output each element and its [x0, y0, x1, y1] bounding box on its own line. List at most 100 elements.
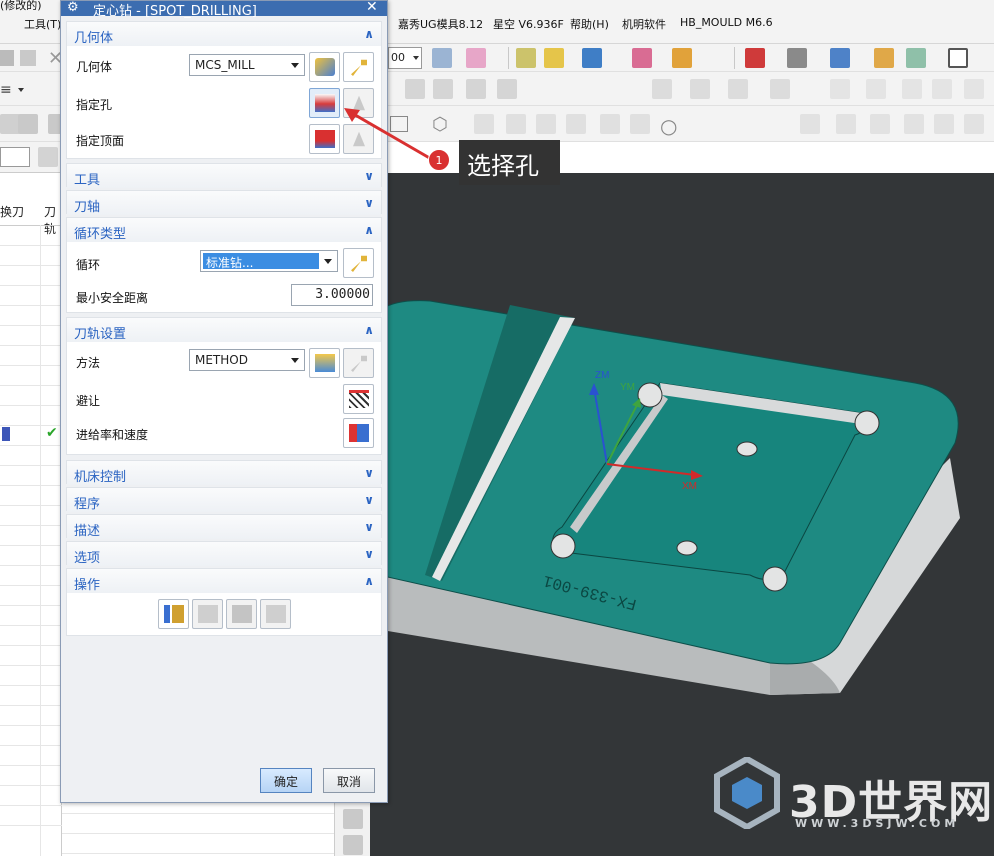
tool-icon-2[interactable]: [836, 114, 856, 134]
gear-gray-icon[interactable]: [964, 79, 984, 99]
y-icon[interactable]: [932, 79, 952, 99]
generate-button[interactable]: [158, 599, 189, 629]
edit-cycle-button[interactable]: [343, 248, 374, 278]
box-icon[interactable]: [18, 114, 38, 134]
geometry-label: 几何体: [76, 60, 113, 74]
move-icon[interactable]: [866, 79, 886, 99]
edit-section-icon[interactable]: [906, 48, 926, 68]
gear-icon: ⚙: [67, 0, 79, 15]
filter-select[interactable]: [0, 147, 30, 167]
menu-jiaxiu[interactable]: 嘉秀UG模具8.12: [398, 16, 483, 32]
menu-tools[interactable]: 工具(T): [24, 16, 61, 32]
roles-icon[interactable]: [343, 835, 363, 855]
axis-panel[interactable]: 刀轴 ∨: [66, 190, 382, 215]
specify-holes-button[interactable]: [309, 88, 340, 118]
clipboard-icon[interactable]: [20, 50, 36, 66]
options-panel[interactable]: 选项 ∨: [66, 541, 382, 566]
wrench-icon: [351, 255, 367, 272]
geometry-header[interactable]: 几何体 ∧: [67, 22, 381, 46]
graphics-viewport[interactable]: ZM YM XM FX-339-001: [369, 173, 994, 856]
avoid-button[interactable]: [343, 384, 374, 414]
replay-icon: [198, 605, 218, 623]
cycle-header[interactable]: 循环类型 ∧: [67, 218, 381, 242]
options-header: 选项: [74, 551, 101, 566]
tool-icon-6[interactable]: [964, 114, 984, 134]
feature-icon[interactable]: [566, 114, 586, 134]
replay-button: [192, 599, 223, 629]
sketch-icon[interactable]: [0, 114, 20, 134]
square-icon[interactable]: [536, 114, 556, 134]
center-icon[interactable]: [506, 114, 526, 134]
lamp-icon[interactable]: [630, 114, 650, 134]
grid-icon[interactable]: [632, 48, 652, 68]
tool-icon-1[interactable]: [800, 114, 820, 134]
fit-view-icon[interactable]: [745, 48, 765, 68]
program-panel[interactable]: 程序 ∨: [66, 487, 382, 512]
pattern-icon[interactable]: [830, 79, 850, 99]
face-icon[interactable]: [600, 114, 620, 134]
close-icon[interactable]: ✕: [366, 0, 378, 15]
op-icon-4[interactable]: [497, 79, 517, 99]
tool-icon-5[interactable]: [934, 114, 954, 134]
generate-icon: [164, 605, 184, 623]
cut-icon-2[interactable]: [690, 79, 710, 99]
filter-icon[interactable]: [38, 147, 58, 167]
ok-button[interactable]: 确定: [260, 768, 312, 793]
actions-header[interactable]: 操作 ∧: [67, 569, 381, 593]
description-panel[interactable]: 描述 ∨: [66, 514, 382, 539]
measure-icon[interactable]: [672, 48, 692, 68]
cancel-button[interactable]: 取消: [323, 768, 375, 793]
snap-icon[interactable]: [582, 48, 602, 68]
axes-icon[interactable]: [474, 114, 494, 134]
csys-icon[interactable]: [466, 48, 486, 68]
description-header: 描述: [74, 524, 101, 539]
palette-icon[interactable]: [544, 48, 564, 68]
cut-icon-4[interactable]: [770, 79, 790, 99]
geometry-panel: 几何体 ∧ 几何体 MCS_MILL 指定孔 指定顶面: [66, 21, 382, 159]
bracket-icon[interactable]: [902, 79, 922, 99]
feeds-speeds-button[interactable]: [343, 418, 374, 448]
op-icon-3[interactable]: [466, 79, 486, 99]
check-icon: ✔: [46, 425, 58, 441]
method-select[interactable]: METHOD: [189, 349, 305, 371]
tool-panel[interactable]: 工具 ∨: [66, 163, 382, 188]
section-icon[interactable]: [874, 48, 894, 68]
axis-label-xm: XM: [682, 481, 697, 492]
new-method-button[interactable]: [309, 348, 340, 378]
menu-hb-mould[interactable]: HB_MOULD M6.6: [680, 16, 773, 29]
geometry-select[interactable]: MCS_MILL: [189, 54, 305, 76]
op-icon-1[interactable]: [405, 79, 425, 99]
menu-jiming[interactable]: 机明软件: [622, 16, 666, 32]
cut-icon-3[interactable]: [728, 79, 748, 99]
shading-icon[interactable]: [787, 48, 807, 68]
tool-icon-4[interactable]: [904, 114, 924, 134]
new-geometry-button[interactable]: [309, 52, 340, 82]
cycle-select[interactable]: 标准钻...: [200, 250, 338, 272]
menu-xingkong[interactable]: 星空 V6.936F: [493, 16, 564, 32]
menu-lines-icon[interactable]: ≡: [0, 82, 12, 98]
specify-top-button[interactable]: [309, 124, 340, 154]
edit-method-button: [343, 348, 374, 378]
machine-control-panel[interactable]: 机床控制 ∨: [66, 460, 382, 485]
circle-icon[interactable]: ○: [660, 114, 677, 138]
path-settings-header[interactable]: 刀轨设置 ∧: [67, 318, 381, 342]
background-icon[interactable]: [948, 48, 968, 68]
tool-icon-3[interactable]: [870, 114, 890, 134]
dialog-titlebar[interactable]: ⚙ 定心钻 - [SPOT_DRILLING] ✕: [61, 0, 387, 19]
op-icon-2[interactable]: [433, 79, 453, 99]
menu-help[interactable]: 帮助(H): [570, 16, 609, 32]
layer-icon[interactable]: [432, 48, 452, 68]
col-header-toolpath: 刀轨: [44, 205, 57, 236]
edit-geometry-button[interactable]: [343, 52, 374, 82]
list-button: [260, 599, 291, 629]
axis-header: 刀轴: [74, 200, 101, 215]
watermark-logo: [714, 757, 780, 829]
refresh-icon[interactable]: [343, 809, 363, 829]
callout-badge: 1: [428, 149, 450, 171]
paste-icon[interactable]: [0, 50, 14, 66]
part-model[interactable]: [369, 173, 994, 856]
cut-icon-1[interactable]: [652, 79, 672, 99]
magic-icon[interactable]: [516, 48, 536, 68]
min-clearance-input[interactable]: 3.00000: [291, 284, 373, 306]
cube-view-icon[interactable]: [830, 48, 850, 68]
